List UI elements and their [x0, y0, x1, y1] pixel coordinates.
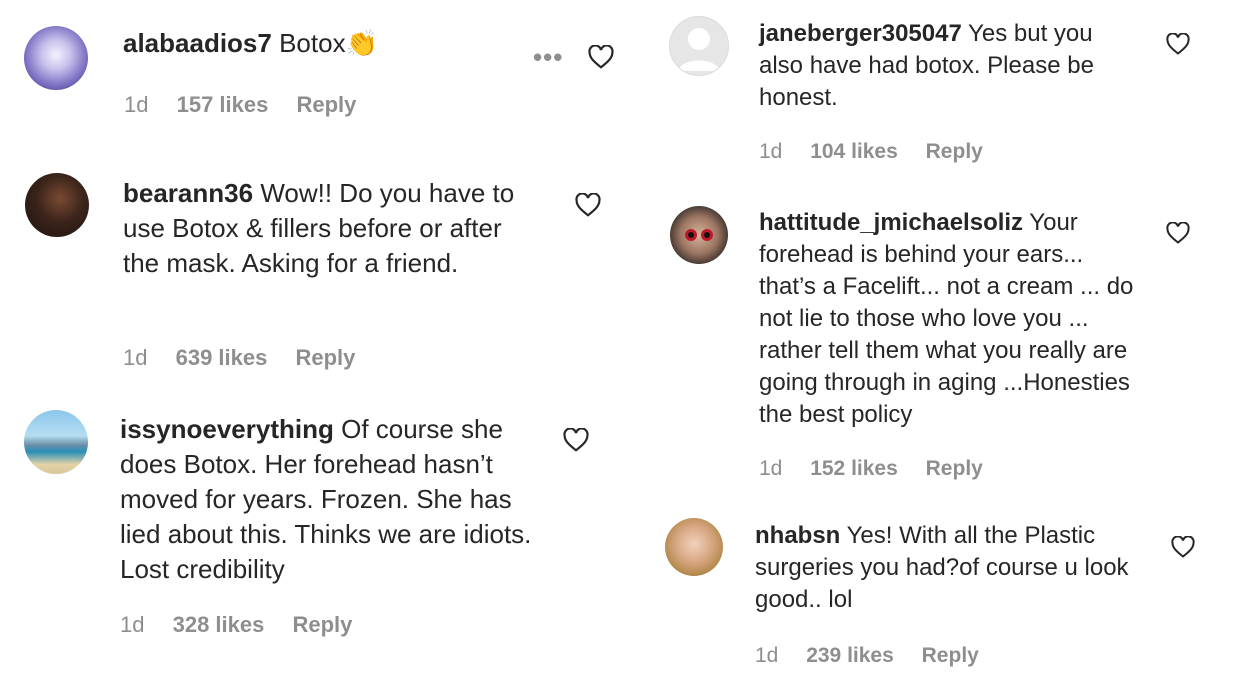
avatar[interactable] — [24, 26, 88, 90]
timestamp: 1d — [124, 92, 149, 117]
comment-body: Your forehead is behind your ears... tha… — [759, 209, 1134, 428]
username[interactable]: hattitude_jmichaelsoliz — [759, 209, 1023, 236]
comment-meta: 1d 152 likes Reply — [759, 457, 1005, 481]
comment-text: alabaadios7 Botox👏 — [123, 26, 543, 61]
like-count[interactable]: 328 likes — [173, 612, 265, 637]
sunglasses-icon — [685, 229, 713, 241]
like-count[interactable]: 639 likes — [176, 345, 268, 370]
reply-button[interactable]: Reply — [292, 612, 352, 637]
timestamp: 1d — [759, 140, 783, 163]
heart-icon[interactable] — [588, 45, 614, 69]
comment-text: bearann36 Wow!! Do you have to use Botox… — [123, 176, 543, 281]
default-avatar-icon — [678, 28, 720, 71]
heart-icon[interactable] — [1166, 222, 1190, 244]
comment-meta: 1d 239 likes Reply — [755, 644, 1001, 668]
avatar[interactable] — [670, 206, 728, 264]
like-count[interactable]: 104 likes — [810, 140, 898, 163]
comment-text: hattitude_jmichaelsoliz Your forehead is… — [759, 207, 1144, 431]
username[interactable]: nhabsn — [755, 522, 840, 549]
comment-meta: 1d 328 likes Reply — [120, 612, 374, 638]
username[interactable]: issynoeverything — [120, 414, 334, 444]
like-count[interactable]: 152 likes — [810, 457, 898, 480]
reply-button[interactable]: Reply — [926, 457, 983, 480]
more-options-icon[interactable]: ••• — [533, 42, 563, 73]
username[interactable]: alabaadios7 — [123, 28, 272, 58]
avatar[interactable] — [24, 410, 88, 474]
heart-icon[interactable] — [563, 428, 589, 452]
avatar[interactable] — [25, 173, 89, 237]
comment-text: nhabsn Yes! With all the Plastic surgeri… — [755, 520, 1145, 616]
heart-icon[interactable] — [1171, 536, 1195, 558]
timestamp: 1d — [123, 345, 148, 370]
username[interactable]: janeberger305047 — [759, 20, 962, 47]
reply-button[interactable]: Reply — [922, 644, 979, 667]
avatar[interactable] — [669, 16, 729, 76]
comment-meta: 1d 104 likes Reply — [759, 140, 1005, 164]
comment-text: issynoeverything Of course she does Boto… — [120, 412, 540, 587]
reply-button[interactable]: Reply — [296, 92, 356, 117]
comment-body: Botox👏 — [279, 28, 378, 58]
comment-text: janeberger305047 Yes but you also have h… — [759, 18, 1139, 114]
like-count[interactable]: 157 likes — [177, 92, 269, 117]
reply-button[interactable]: Reply — [926, 140, 983, 163]
heart-icon[interactable] — [575, 193, 601, 217]
timestamp: 1d — [759, 457, 783, 480]
username[interactable]: bearann36 — [123, 178, 253, 208]
heart-icon[interactable] — [1166, 33, 1190, 55]
like-count[interactable]: 239 likes — [806, 644, 894, 667]
timestamp: 1d — [120, 612, 145, 637]
comment-meta: 1d 639 likes Reply — [123, 345, 377, 371]
avatar[interactable] — [665, 518, 723, 576]
timestamp: 1d — [755, 644, 779, 667]
reply-button[interactable]: Reply — [295, 345, 355, 370]
comment-meta: 1d 157 likes Reply — [124, 92, 378, 118]
